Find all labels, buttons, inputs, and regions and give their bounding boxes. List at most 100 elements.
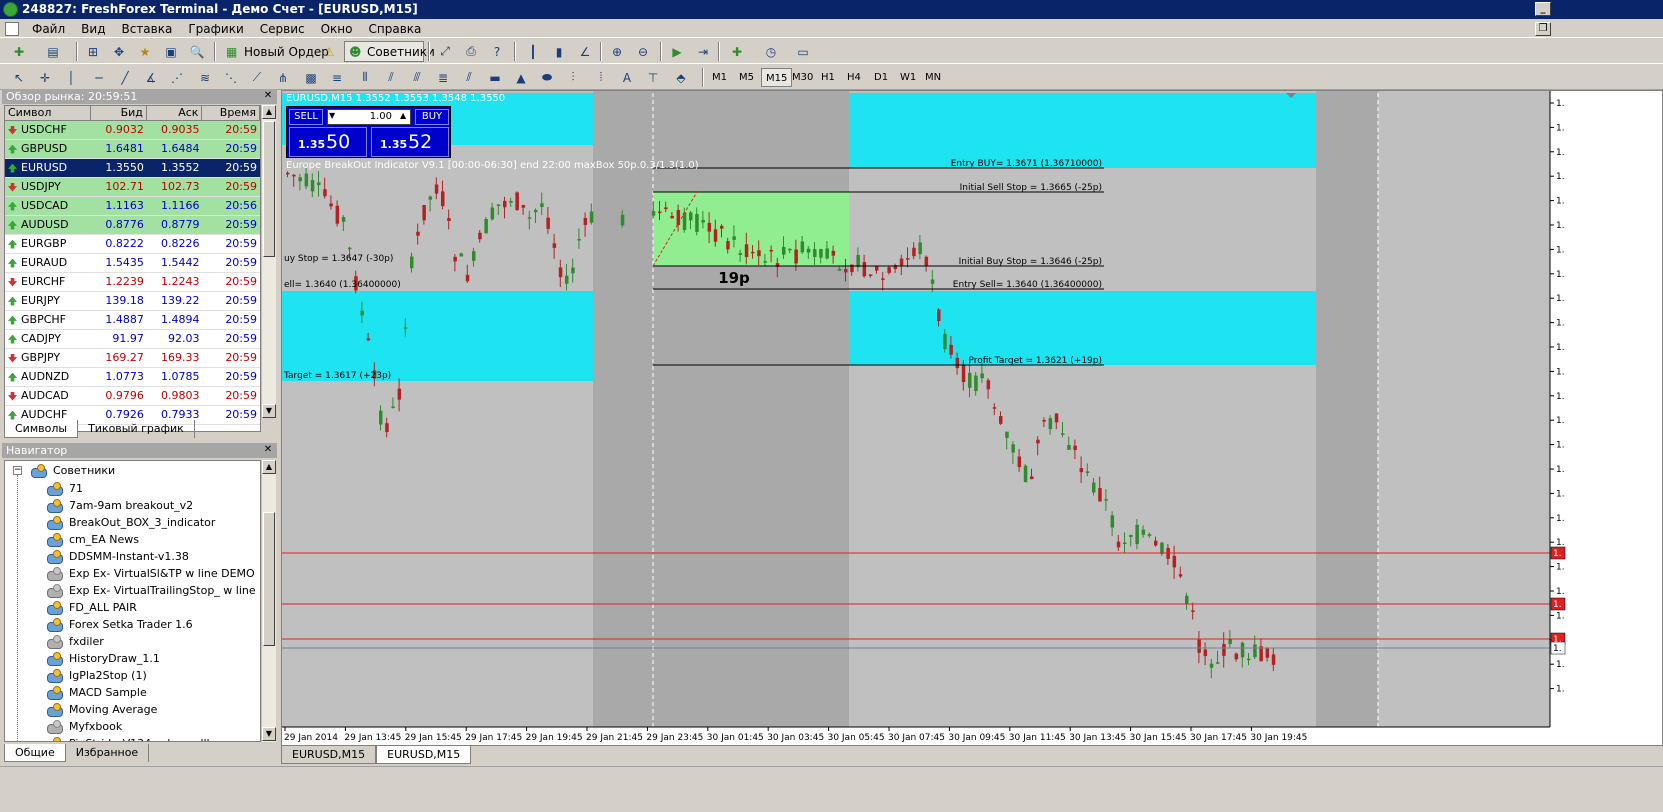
- navigator-item[interactable]: HistoryDraw_1.1: [45, 650, 160, 667]
- lot-increase-icon[interactable]: ▲: [400, 111, 406, 120]
- timeframe-m30[interactable]: M30: [788, 68, 817, 87]
- trendline-icon[interactable]: ╱: [114, 67, 136, 88]
- market-watch-icon[interactable]: ⊞: [82, 41, 104, 62]
- navigator-item[interactable]: cm_EA News: [45, 531, 139, 548]
- timeframe-h1[interactable]: H1: [817, 68, 839, 87]
- fibo-timezones-icon[interactable]: ⦀: [354, 67, 376, 88]
- navigator-item[interactable]: FD_ALL PAIR: [45, 599, 137, 616]
- timeframe-d1[interactable]: D1: [870, 68, 892, 87]
- crosshair-icon[interactable]: ✛: [34, 67, 56, 88]
- scroll-thumb[interactable]: [263, 512, 275, 646]
- timeframe-w1[interactable]: W1: [896, 68, 920, 87]
- gann-grid-icon[interactable]: ▩: [300, 67, 322, 88]
- auto-scroll-icon[interactable]: ▶: [666, 41, 688, 62]
- zoom-out-icon[interactable]: ⊖: [632, 41, 654, 62]
- close-icon[interactable]: ✕: [262, 90, 274, 102]
- scroll-thumb[interactable]: [263, 121, 275, 257]
- line-chart-icon[interactable]: ∠: [574, 41, 596, 62]
- rectangle-icon[interactable]: ▬: [484, 67, 506, 88]
- text-icon[interactable]: A: [616, 67, 638, 88]
- timeframe-m5[interactable]: M5: [735, 68, 758, 87]
- price-chart[interactable]: Entry BUY= 1.3671 (1.36710000) Initial Se…: [282, 91, 1662, 745]
- minimize-button[interactable]: _: [1535, 2, 1551, 16]
- experts-toggle-button[interactable]: ☻ Советники: [344, 41, 435, 62]
- navigator-item[interactable]: Myfxbook: [45, 718, 122, 735]
- text-label-icon[interactable]: ⊤: [642, 67, 664, 88]
- candles-icon[interactable]: ▮: [548, 41, 570, 62]
- sell-price[interactable]: 1.35 50: [289, 127, 367, 157]
- gann-line-icon[interactable]: ⟋: [246, 67, 268, 88]
- navigator-item[interactable]: IgPla2Stop (1): [45, 667, 147, 684]
- navigator-icon[interactable]: ★: [134, 41, 156, 62]
- horizontal-line-icon[interactable]: ─: [88, 67, 110, 88]
- scroll-up-icon[interactable]: ▲: [262, 105, 276, 119]
- market-watch-scrollbar[interactable]: ▲ ▼: [261, 105, 276, 418]
- bar-chart-icon[interactable]: ┃: [522, 41, 544, 62]
- ellipse-icon[interactable]: ⬬: [536, 67, 558, 88]
- triangle-icon[interactable]: ▲: [510, 67, 532, 88]
- vertical-line-icon[interactable]: │: [60, 67, 82, 88]
- tab-symbols[interactable]: Символы: [4, 420, 79, 438]
- document-icon[interactable]: [5, 22, 19, 36]
- restore-button[interactable]: ❐: [1535, 22, 1551, 36]
- table-row[interactable]: EURGBP 0.8222 0.8226 20:59: [5, 235, 260, 254]
- regression-icon[interactable]: ⋰: [166, 67, 188, 88]
- templates-icon[interactable]: ▭: [792, 41, 814, 62]
- table-row[interactable]: USDCHF 0.9032 0.9035 20:59: [5, 121, 260, 140]
- table-row[interactable]: EURAUD 1.5435 1.5442 20:59: [5, 254, 260, 273]
- arrows-icon[interactable]: ⬘: [670, 67, 692, 88]
- table-row[interactable]: GBPCHF 1.4887 1.4894 20:59: [5, 311, 260, 330]
- navigator-item[interactable]: MACD Sample: [45, 684, 147, 701]
- fibo-icon[interactable]: ≋: [194, 67, 216, 88]
- indicators-icon[interactable]: ✚: [726, 41, 748, 62]
- table-row[interactable]: USDCAD 1.1163 1.1166 20:56: [5, 197, 260, 216]
- scroll-up-icon[interactable]: ▲: [262, 460, 276, 474]
- fibo-retracement-icon[interactable]: ≡: [326, 67, 348, 88]
- navigator-item[interactable]: BreakOut_BOX_3_indicator: [45, 514, 215, 531]
- chart-tab[interactable]: EURUSD,M15: [376, 746, 472, 764]
- table-row[interactable]: EURJPY 139.18 139.22 20:59: [5, 292, 260, 311]
- sell-button[interactable]: SELL: [289, 109, 323, 125]
- close-icon[interactable]: ✕: [262, 444, 274, 456]
- fibo-expansion-icon[interactable]: ≣: [432, 67, 454, 88]
- tree-node-experts[interactable]: Советники: [29, 463, 115, 478]
- fibo-fan2-icon[interactable]: ⫽: [380, 67, 402, 88]
- print-icon[interactable]: ⎙: [460, 41, 482, 62]
- data-window-icon[interactable]: ✥: [108, 41, 130, 62]
- periods-icon[interactable]: ◷: [760, 41, 782, 62]
- column-symbol[interactable]: Символ: [5, 106, 92, 120]
- scroll-down-icon[interactable]: ▼: [262, 727, 276, 741]
- buy-price[interactable]: 1.35 52: [371, 127, 449, 157]
- chart-tab[interactable]: EURUSD,M15: [281, 746, 377, 764]
- navigator-item[interactable]: PipStriderV134_edu_nodll: [45, 735, 210, 741]
- table-row[interactable]: USDJPY 102.71 102.73 20:59: [5, 178, 260, 197]
- channel-icon[interactable]: ⫽: [458, 67, 480, 88]
- table-row[interactable]: GBPUSD 1.6481 1.6484 20:59: [5, 140, 260, 159]
- cycle-lines-icon[interactable]: ⦙: [590, 67, 612, 88]
- metaeditor-icon[interactable]: ⚠: [318, 41, 340, 62]
- help-icon[interactable]: ?: [486, 41, 508, 62]
- pitchfork-icon[interactable]: ⫶: [562, 67, 584, 88]
- scroll-down-icon[interactable]: ▼: [262, 404, 276, 418]
- trend-angle-icon[interactable]: ∡: [140, 67, 162, 88]
- table-row[interactable]: GBPJPY 169.27 169.33 20:59: [5, 349, 260, 368]
- navigator-item[interactable]: 7am-9am breakout_v2: [45, 497, 193, 514]
- navigator-item[interactable]: DDSMM-Instant-v1.38: [45, 548, 189, 565]
- timeframe-mn[interactable]: MN: [921, 68, 945, 87]
- tab-general[interactable]: Общие: [4, 744, 66, 762]
- column-ask[interactable]: Аск: [147, 106, 203, 120]
- column-time[interactable]: Время: [202, 106, 260, 120]
- table-row[interactable]: AUDCAD 0.9796 0.9803 20:59: [5, 387, 260, 406]
- navigator-item[interactable]: Forex Setka Trader 1.6: [45, 616, 193, 633]
- buy-button[interactable]: BUY: [415, 109, 449, 125]
- lot-size-input[interactable]: 1.00: [327, 109, 411, 125]
- timeframe-h4[interactable]: H4: [843, 68, 865, 87]
- collapse-icon[interactable]: −: [13, 466, 22, 475]
- cursor-icon[interactable]: ↖: [8, 67, 30, 88]
- navigator-item[interactable]: fxdiler: [45, 633, 104, 650]
- tab-tick-chart[interactable]: Тиковый график: [78, 420, 195, 438]
- lot-decrease-icon[interactable]: ▼: [329, 111, 335, 120]
- column-bid[interactable]: Бид: [91, 106, 147, 120]
- strategy-tester-icon[interactable]: 🔍: [186, 41, 208, 62]
- navigator-item[interactable]: Moving Average: [45, 701, 157, 718]
